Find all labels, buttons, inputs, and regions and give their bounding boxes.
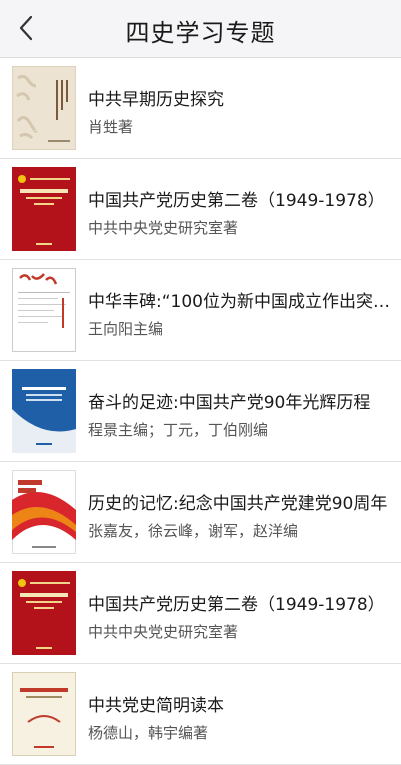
- book-cover: [12, 470, 76, 554]
- book-list-item[interactable]: 中国共产党历史第二卷（1949-1978） 中共中央党史研究室著: [0, 159, 401, 260]
- book-cover: [12, 66, 76, 150]
- app-header: 四史学习专题: [0, 0, 401, 58]
- book-title: 中共早期历史探究: [88, 90, 224, 110]
- book-author: 程景主编；丁元，丁伯刚编: [88, 421, 269, 439]
- book-author: 肖甡著: [88, 118, 134, 136]
- book-author: 王向阳主编: [88, 320, 164, 338]
- book-author: 杨德山，韩宇编著: [88, 724, 209, 742]
- book-author: 中共中央党史研究室著: [88, 623, 239, 641]
- book-cover: [12, 571, 76, 655]
- book-cover: [12, 268, 76, 352]
- book-title: 历史的记忆:纪念中国共产党建党90周年: [88, 494, 388, 514]
- book-list-item[interactable]: 历史的记忆:纪念中国共产党建党90周年 张嘉友，徐云峰，谢军，赵洋编: [0, 462, 401, 563]
- book-cover: [12, 167, 76, 251]
- book-title: 中国共产党历史第二卷（1949-1978）: [88, 191, 385, 211]
- book-title: 中华丰碑:“100位为新中国成立作出突出贡献的英雄模范”: [88, 292, 391, 312]
- book-title: 中国共产党历史第二卷（1949-1978）: [88, 595, 385, 615]
- book-cover: [12, 672, 76, 756]
- page-title: 四史学习专题: [125, 19, 276, 47]
- book-author: 张嘉友，徐云峰，谢军，赵洋编: [88, 522, 299, 540]
- book-title: 中共党史简明读本: [88, 696, 224, 716]
- book-author: 中共中央党史研究室著: [88, 219, 239, 237]
- book-list-item[interactable]: 中共早期历史探究 肖甡著: [0, 58, 401, 159]
- book-cover: [12, 369, 76, 453]
- book-title: 奋斗的足迹:中国共产党90年光辉历程: [88, 393, 371, 413]
- book-list: 中共早期历史探究 肖甡著 中国共产党历史第二卷（1949-1978） 中共中央党…: [0, 58, 401, 765]
- book-list-item[interactable]: 中华丰碑:“100位为新中国成立作出突出贡献的英雄模范” 王向阳主编: [0, 260, 401, 361]
- book-list-item[interactable]: 奋斗的足迹:中国共产党90年光辉历程 程景主编；丁元，丁伯刚编: [0, 361, 401, 462]
- book-list-item[interactable]: 中国共产党历史第二卷（1949-1978） 中共中央党史研究室著: [0, 563, 401, 664]
